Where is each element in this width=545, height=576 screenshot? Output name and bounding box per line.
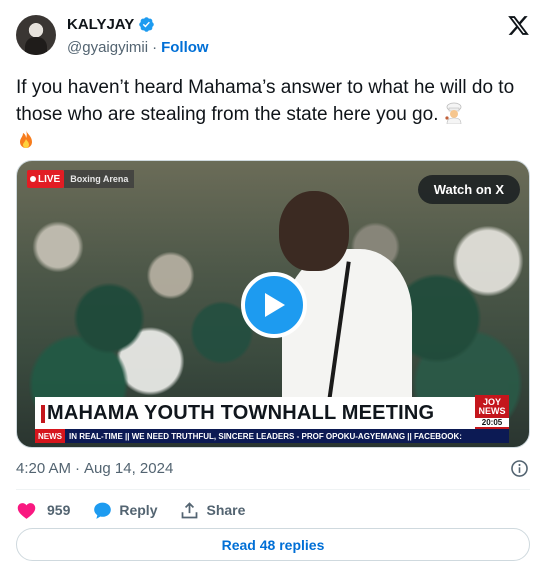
fire-emoji-icon [20,130,32,148]
tweet-timestamp[interactable]: 4:20 AM · Aug 14, 2024 [16,460,173,477]
channel-clock: 20:05 [475,417,509,427]
chef-emoji-icon [445,102,462,124]
x-logo-icon[interactable] [506,14,531,37]
share-icon [182,501,198,518]
tweet-date: Aug 14, 2024 [84,460,174,477]
video-player[interactable]: LIVE Boxing Arena Watch on X MAHAMA YOUT… [16,160,530,448]
channel-logo: JOY NEWS 20:05 [475,395,509,429]
share-label: Share [206,502,246,518]
speaker-head [279,191,349,271]
separator-dot: · [152,39,158,56]
info-icon[interactable] [510,459,529,478]
author-name-row: KALYJAY [67,16,155,33]
timestamp-dot: · [75,460,81,477]
ticker-tag: NEWS [35,429,65,443]
read-replies-button[interactable]: Read 48 replies [16,528,530,561]
channel-sub: NEWS [478,405,506,416]
like-button[interactable]: 959 [16,500,70,521]
watch-on-x-button[interactable]: Watch on X [417,175,520,204]
author-handle-row: @gyaigyimii · Follow [67,39,209,56]
share-button[interactable]: Share [179,500,245,521]
divider [16,489,530,490]
tweet-card: KALYJAY @gyaigyimii · Follow If you have… [0,0,545,576]
venue-label: Boxing Arena [64,170,135,188]
follow-link[interactable]: Follow [161,39,209,56]
live-badge: LIVE Boxing Arena [27,170,135,188]
reply-label: Reply [119,502,158,518]
action-bar: 959 Reply Share [16,498,267,522]
tweet-text: If you haven’t heard Mahama’s answer to … [16,74,531,155]
verified-badge-icon [139,17,155,32]
tweet-time: 4:20 AM [16,460,72,477]
live-dot-icon [30,176,36,182]
live-tag: LIVE [27,170,65,188]
ticker-text: IN REAL-TIME || WE NEED TRUTHFUL, SINCER… [69,431,462,441]
reply-bubble-icon [94,502,112,519]
news-ticker: NEWS IN REAL-TIME || WE NEED TRUTHFUL, S… [35,429,509,443]
live-label: LIVE [38,173,61,185]
author-name[interactable]: KALYJAY [67,16,134,33]
lower-third-banner: MAHAMA YOUTH TOWNHALL MEETING [35,397,475,429]
tweet-body: If you haven’t heard Mahama’s answer to … [16,77,515,125]
like-count: 959 [47,502,71,518]
avatar[interactable] [16,15,56,55]
play-icon [265,293,285,317]
play-button[interactable] [241,272,307,338]
author-handle[interactable]: @gyaigyimii [67,39,148,56]
heart-icon [17,502,36,519]
reply-button[interactable]: Reply [92,500,157,521]
